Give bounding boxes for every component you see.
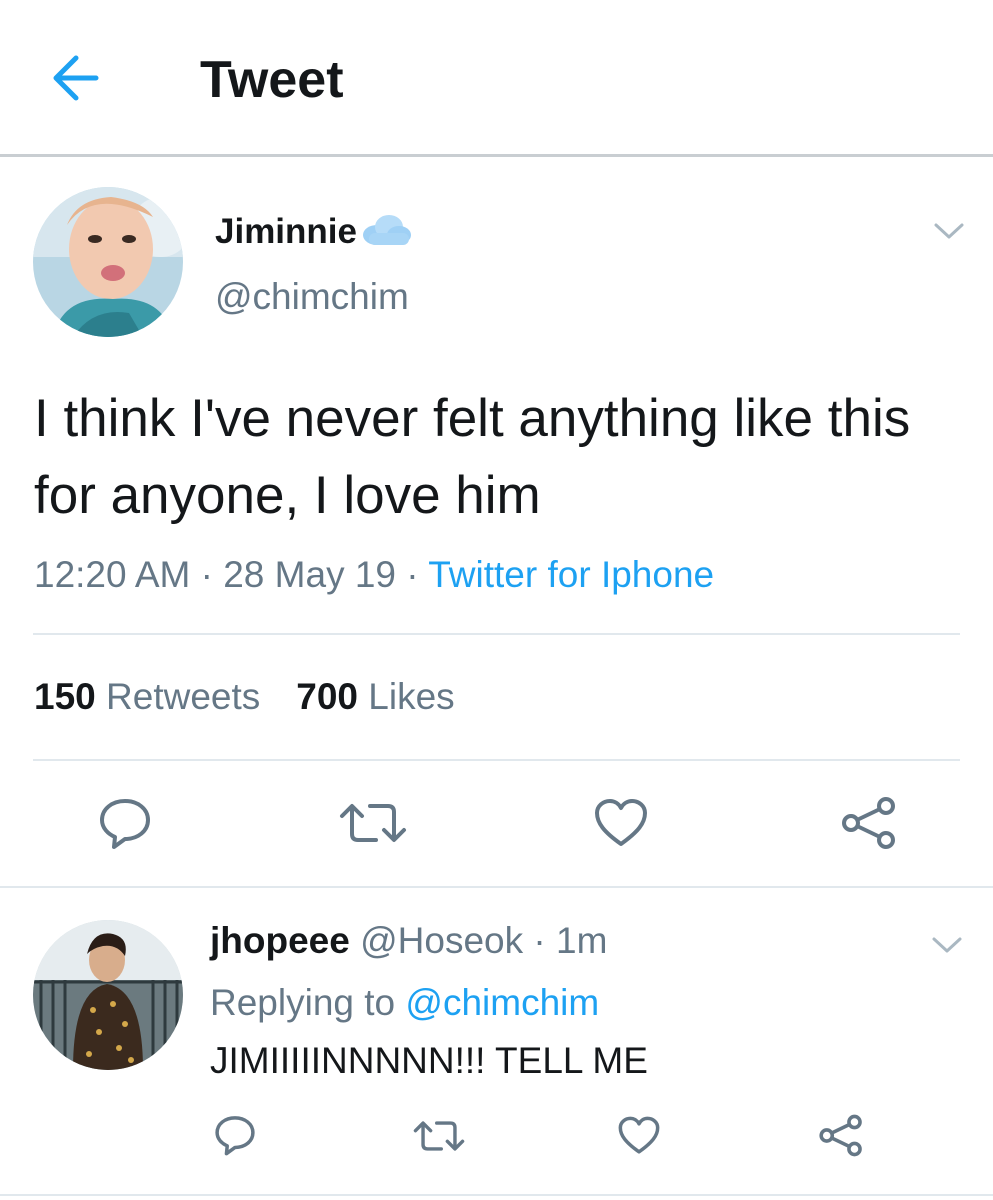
reply-menu-button[interactable]	[930, 934, 964, 956]
tweet-time: 12:20 AM	[34, 554, 191, 595]
reply-retweet-button[interactable]	[412, 1117, 466, 1155]
reply-button[interactable]	[98, 796, 152, 850]
heart-icon	[618, 1116, 660, 1154]
back-button[interactable]	[50, 52, 106, 104]
like-button[interactable]	[594, 798, 648, 848]
reply-like-button[interactable]	[618, 1116, 660, 1155]
retweets-count: 150	[34, 676, 96, 717]
tweet-source-link[interactable]: Twitter for Iphone	[428, 554, 714, 595]
reply-time: 1m	[556, 920, 608, 961]
tweet-meta: 12:20 AM · 28 May 19 · Twitter for Iphon…	[34, 552, 714, 598]
retweet-button[interactable]	[338, 798, 408, 848]
header-divider	[0, 154, 993, 157]
chevron-down-icon	[932, 937, 962, 953]
meta-separator: ·	[406, 554, 419, 595]
top-bar: Tweet	[0, 0, 993, 154]
tweet-text: I think I've never felt anything like th…	[34, 389, 911, 525]
tweet-stats: 150 Retweets 700 Likes	[34, 674, 455, 720]
share-icon	[819, 1114, 862, 1157]
arrow-left-icon	[53, 55, 99, 101]
comment-icon	[215, 1116, 255, 1156]
meta-separator: ·	[200, 554, 213, 595]
divider	[33, 633, 960, 635]
replying-to: Replying to @chimchim	[210, 980, 599, 1026]
retweet-icon	[340, 804, 406, 842]
author-handle[interactable]: @chimchim	[215, 274, 409, 320]
divider	[33, 759, 960, 761]
reply-header: jhopeee @Hoseok · 1m	[210, 918, 607, 964]
retweet-icon	[413, 1121, 465, 1151]
chevron-down-icon	[934, 223, 964, 239]
author-display-name[interactable]: Jiminnie	[215, 210, 413, 254]
reply-author-handle[interactable]: @Hoseok	[360, 920, 523, 961]
comment-icon	[100, 799, 150, 849]
reply-separator: ·	[533, 920, 546, 961]
tweet-menu-button[interactable]	[932, 220, 966, 242]
replying-prefix: Replying to	[210, 982, 396, 1023]
cloud-icon	[359, 213, 413, 247]
share-icon	[842, 797, 895, 849]
reply-text: JIMIIIIINNNNN!!! TELL ME	[210, 1040, 648, 1081]
likes-stat[interactable]: 700 Likes	[296, 676, 454, 717]
section-divider	[0, 886, 993, 888]
author-name-text: Jiminnie	[215, 212, 357, 251]
tweet-date: 28 May 19	[223, 554, 397, 595]
likes-count: 700	[296, 676, 358, 717]
reply-reply-button[interactable]	[214, 1114, 256, 1156]
page-title: Tweet	[200, 51, 344, 109]
reply-share-button[interactable]	[818, 1114, 864, 1157]
reply-author-avatar[interactable]	[33, 920, 183, 1070]
heart-icon	[595, 799, 647, 846]
likes-label: Likes	[368, 676, 455, 717]
reply-author-name[interactable]: jhopeee	[210, 920, 350, 961]
author-avatar[interactable]	[33, 187, 183, 337]
share-button[interactable]	[840, 796, 898, 850]
retweets-stat[interactable]: 150 Retweets	[34, 676, 260, 717]
replying-mention-link[interactable]: @chimchim	[405, 982, 599, 1023]
bottom-divider	[0, 1194, 993, 1196]
retweets-label: Retweets	[106, 676, 261, 717]
